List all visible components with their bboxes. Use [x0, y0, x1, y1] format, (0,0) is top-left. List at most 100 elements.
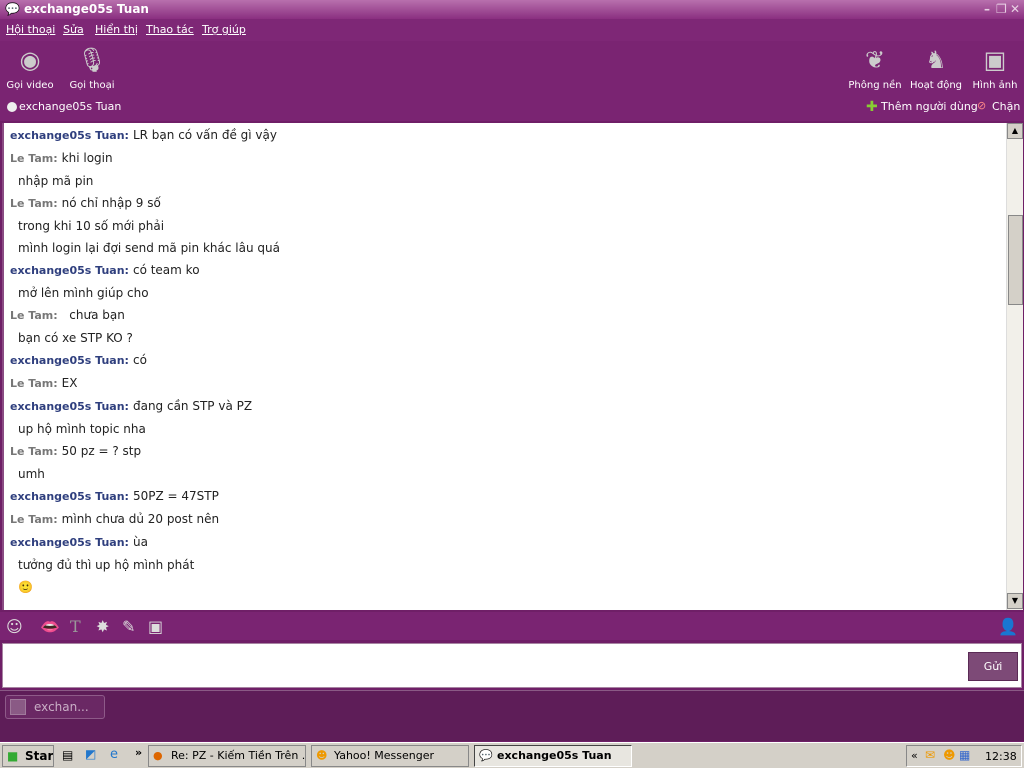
message-text: mình login lại đợi send mã pin khác lâu …	[18, 241, 280, 255]
show-contact-icon[interactable]: 👤	[998, 617, 1018, 636]
send-button[interactable]: Gửi	[968, 652, 1018, 681]
message-input[interactable]	[2, 643, 1022, 688]
chat-message: Le Tam: mình chưa dủ 20 post nên	[4, 508, 1006, 531]
menu-help[interactable]: Trợ giúp	[202, 23, 246, 36]
video-call-label: Gọi video	[6, 80, 54, 91]
messenger-icon: 💬	[479, 749, 493, 762]
chat-message: mở lên mình giúp cho	[4, 282, 1006, 304]
tray-expand-icon[interactable]: «	[911, 749, 918, 762]
message-text: nó chỉ nhập 9 số	[61, 196, 161, 210]
chat-message: up hộ mình topic nha	[4, 418, 1006, 440]
message-sender: Le Tam:	[10, 513, 58, 526]
message-sender: Le Tam:	[10, 152, 58, 165]
message-text: có team ko	[132, 263, 200, 277]
message-sender: exchange05s Tuan:	[10, 490, 129, 503]
internet-explorer-icon[interactable]: e	[110, 747, 118, 762]
block-link[interactable]: Chặn	[992, 100, 1020, 113]
menu-actions[interactable]: Thao tác	[146, 23, 194, 36]
taskbar-item-firefox[interactable]: ● Re: PZ - Kiếm Tiền Trên ...	[148, 745, 306, 767]
message-history: exchange05s Tuan: LR bạn có vấn đề gì vậy…	[2, 123, 1006, 610]
chat-message: exchange05s Tuan: 50PZ = 47STP	[4, 485, 1006, 508]
start-button[interactable]: ■ Start	[2, 745, 54, 767]
message-text: 🙂	[18, 580, 33, 594]
photos-button[interactable]: ▣ Hình ảnh	[965, 44, 1024, 91]
photos-label: Hình ảnh	[972, 80, 1018, 91]
tab-bar	[0, 690, 1024, 741]
webcam-icon: ◉	[19, 46, 41, 74]
leaf-icon: ❦	[864, 46, 886, 74]
message-text: ùa	[132, 535, 148, 549]
voice-call-label: Gọi thoại	[69, 80, 115, 91]
photos-icon: ▣	[983, 46, 1007, 74]
start-label: Start	[25, 749, 54, 763]
audible-icon[interactable]: 👄	[40, 617, 60, 636]
add-icon: ✚	[866, 99, 878, 115]
message-text: mở lên mình giúp cho	[18, 286, 149, 300]
yahoo-tray-icon[interactable]: ☻	[943, 748, 956, 762]
message-text: up hộ mình topic nha	[18, 422, 146, 436]
maximize-button[interactable]: ❐	[996, 2, 1007, 16]
activities-label: Hoạt động	[909, 80, 963, 91]
background-button[interactable]: ❦ Phông nền	[845, 44, 905, 91]
buzz-icon[interactable]: ✸	[96, 617, 109, 636]
message-text: tưởng đủ thì up hộ mình phát	[18, 558, 195, 572]
taskbar: ■ Start ▤ ◩ e » ● Re: PZ - Kiếm Tiền Trên …	[0, 742, 1024, 768]
conversation-tab[interactable]: exchan...	[5, 695, 105, 719]
menu-conversation[interactable]: Hội thoại	[6, 23, 55, 36]
background-label: Phông nền	[848, 80, 902, 91]
clock: 12:38	[985, 750, 1017, 763]
message-text: chưa bạn	[61, 308, 125, 322]
menu-bar: Hội thoại Sửa Hiển thị Thao tác Trợ giúp	[0, 19, 1024, 41]
chat-message: Le Tam: EX	[4, 372, 1006, 395]
toolbar: ◉ Gọi video 🎙 Gọi thoại ❦ Phông nền ♞ Hoạt đ…	[0, 41, 1024, 121]
chat-message: tưởng đủ thì up hộ mình phát	[4, 554, 1006, 576]
conversation-tab-label: exchan...	[34, 700, 89, 714]
mail-icon[interactable]: ✉	[925, 748, 935, 762]
show-desktop-icon[interactable]: ▤	[62, 748, 73, 762]
screenshot-icon[interactable]: ▣	[148, 617, 163, 636]
scroll-up-button[interactable]: ▲	[1007, 123, 1023, 139]
message-sender: exchange05s Tuan:	[10, 129, 129, 142]
add-user-link[interactable]: Thêm người dùng	[881, 100, 978, 113]
scroll-down-button[interactable]: ▼	[1007, 593, 1023, 609]
scroll-thumb[interactable]	[1008, 215, 1023, 305]
taskbar-item-label: Yahoo! Messenger	[334, 749, 435, 762]
chess-knight-icon: ♞	[925, 46, 947, 74]
message-text: đang cần STP và PZ	[132, 399, 253, 413]
minimize-button[interactable]: –	[984, 2, 990, 16]
taskbar-item-label: Re: PZ - Kiếm Tiền Trên ...	[171, 749, 306, 762]
chat-message: exchange05s Tuan: có	[4, 349, 1006, 372]
emoticon-icon[interactable]: ☺	[6, 617, 23, 636]
message-sender: Le Tam:	[10, 377, 58, 390]
menu-view[interactable]: Hiển thị	[95, 23, 138, 36]
chat-message: trong khi 10 số mới phải	[4, 215, 1006, 237]
menu-edit[interactable]: Sửa	[63, 23, 84, 36]
chat-message: 🙂	[4, 576, 1006, 598]
app-quicklaunch-icon[interactable]: ◩	[85, 747, 96, 761]
network-icon[interactable]: ▦	[959, 748, 970, 762]
message-text: trong khi 10 số mới phải	[18, 219, 165, 233]
block-icon: ⊘	[977, 99, 987, 112]
windows-logo-icon: ■	[7, 749, 19, 763]
taskbar-item-yahoo[interactable]: ☻ Yahoo! Messenger	[311, 745, 469, 767]
title-bar: 💬 exchange05s Tuan – ❐ ✕	[0, 0, 1024, 19]
chat-scrollbar[interactable]: ▲ ▼	[1006, 123, 1023, 610]
message-text: EX	[61, 376, 78, 390]
message-text: bạn có xe STP KO ?	[18, 331, 133, 345]
contact-name[interactable]: exchange05s Tuan	[19, 100, 121, 113]
attach-icon[interactable]: ✎	[122, 617, 135, 636]
text-format-icon[interactable]: T	[70, 617, 81, 636]
activities-button[interactable]: ♞ Hoạt động	[906, 44, 966, 91]
taskbar-item-chat[interactable]: 💬 exchange05s Tuan	[474, 745, 632, 767]
close-button[interactable]: ✕	[1010, 2, 1020, 16]
chat-message: exchange05s Tuan: ùa	[4, 531, 1006, 554]
voice-call-button[interactable]: 🎙 Gọi thoại	[62, 44, 122, 91]
window-title: exchange05s Tuan	[24, 2, 149, 16]
more-icon[interactable]: »	[135, 746, 142, 759]
video-call-button[interactable]: ◉ Gọi video	[0, 44, 60, 91]
chat-message: Le Tam: nó chỉ nhập 9 số	[4, 192, 1006, 215]
message-text: có	[132, 353, 147, 367]
message-text: LR bạn có vấn đề gì vậy	[132, 128, 277, 142]
chat-message: Le Tam: chưa bạn	[4, 304, 1006, 327]
message-text: 50PZ = 47STP	[132, 489, 219, 503]
